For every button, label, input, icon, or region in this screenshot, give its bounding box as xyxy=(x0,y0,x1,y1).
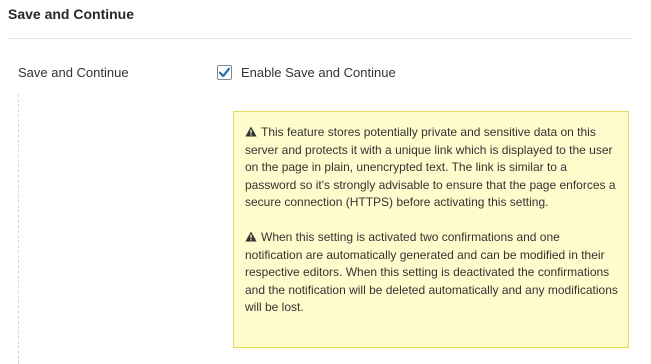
settings-page: Save and Continue Save and Continue Enab… xyxy=(0,0,651,364)
warning-notice: This feature stores potentially private … xyxy=(233,111,629,348)
notice-paragraph-2: When this setting is activated two confi… xyxy=(245,229,618,317)
warning-icon xyxy=(245,231,257,242)
field-guide-line xyxy=(18,94,19,364)
section-divider xyxy=(8,38,632,39)
checkmark-icon xyxy=(218,67,231,78)
enable-save-continue-label: Enable Save and Continue xyxy=(241,65,396,80)
enable-save-continue-checkbox[interactable] xyxy=(217,65,232,80)
enable-save-continue-option[interactable]: Enable Save and Continue xyxy=(217,65,396,80)
field-label: Save and Continue xyxy=(18,65,129,80)
notice-paragraph-1: This feature stores potentially private … xyxy=(245,124,618,212)
warning-icon xyxy=(245,126,257,137)
notice-text-1: This feature stores potentially private … xyxy=(245,125,616,210)
notice-text-2: When this setting is activated two confi… xyxy=(245,229,618,315)
section-title: Save and Continue xyxy=(8,6,135,22)
